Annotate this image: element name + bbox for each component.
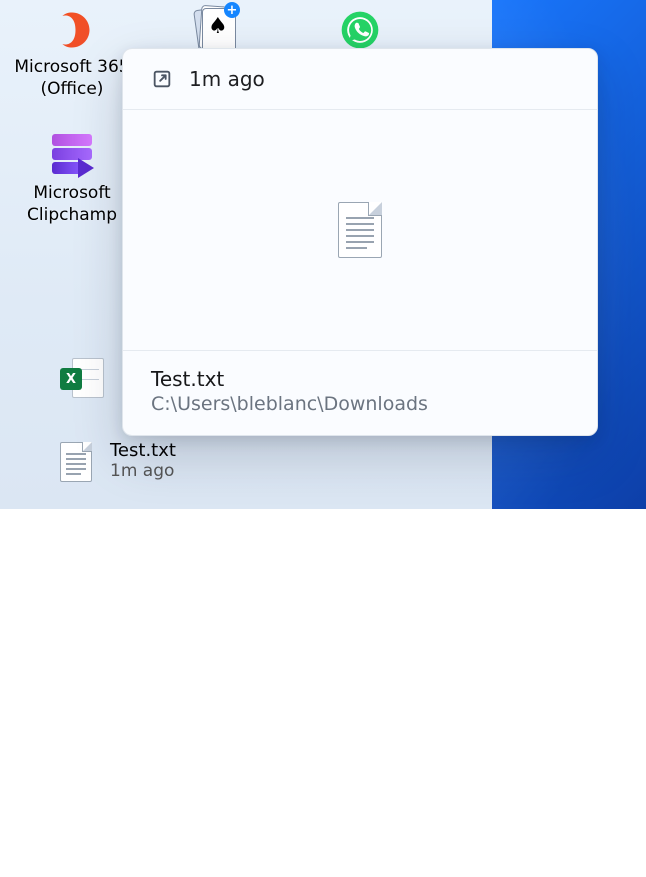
excel-icon: X bbox=[58, 354, 106, 402]
flyout-footer: Test.txt C:\Users\bleblanc\Downloads bbox=[123, 350, 597, 435]
flyout-file-path: C:\Users\bleblanc\Downloads bbox=[151, 393, 573, 415]
solitaire-icon: ♠ + bbox=[192, 6, 240, 54]
file-time-label: 1m ago bbox=[110, 461, 176, 481]
file-name-label: Test.txt bbox=[110, 440, 176, 461]
open-external-icon[interactable] bbox=[151, 68, 173, 90]
desktop-icon-test-txt[interactable]: Test.txt 1m ago bbox=[10, 438, 176, 482]
flyout-time-ago: 1m ago bbox=[189, 67, 265, 91]
flyout-file-name: Test.txt bbox=[151, 367, 573, 391]
desktop-icon-label: Microsoft 365 (Office) bbox=[4, 56, 140, 100]
flyout-header: 1m ago bbox=[123, 49, 597, 110]
whatsapp-icon bbox=[336, 6, 384, 54]
desktop-icon-label: Microsoft Clipchamp bbox=[4, 182, 140, 226]
text-file-icon bbox=[60, 438, 92, 482]
clipchamp-icon bbox=[48, 132, 96, 180]
flyout-preview-area bbox=[123, 110, 597, 350]
file-preview-flyout[interactable]: 1m ago Test.txt C:\Users\bleblanc\Downlo… bbox=[122, 48, 598, 436]
microsoft-365-icon bbox=[48, 6, 96, 54]
text-document-icon bbox=[338, 202, 382, 258]
